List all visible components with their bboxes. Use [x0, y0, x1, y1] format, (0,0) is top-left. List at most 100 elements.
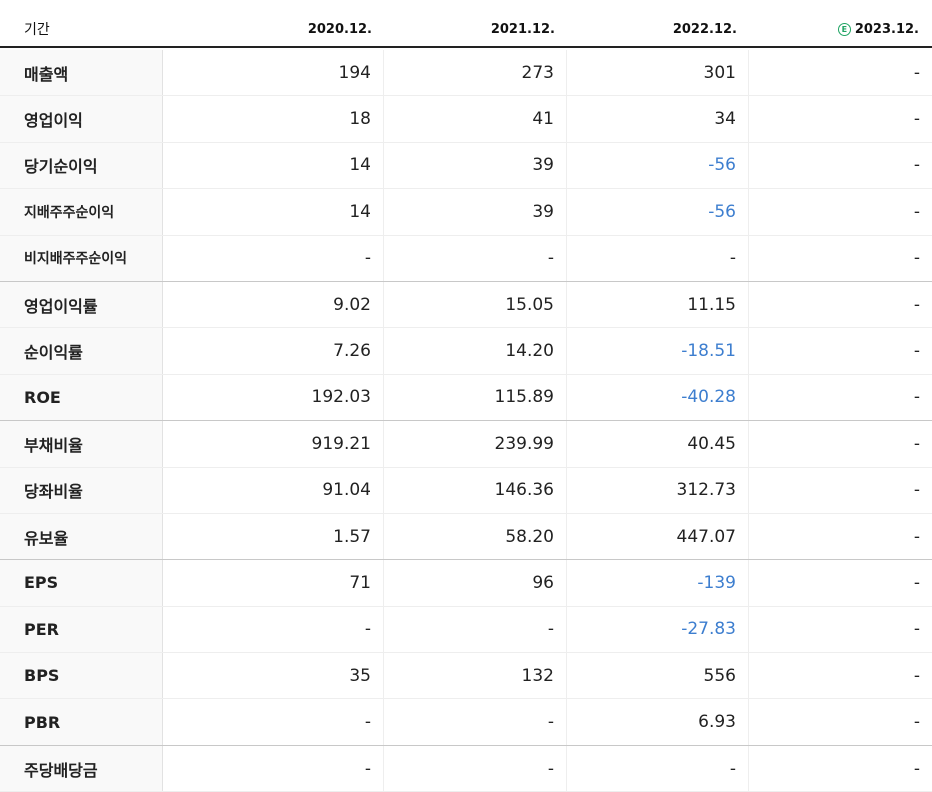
value-cell: 40.45 [567, 421, 749, 467]
value-cell: 146.36 [384, 467, 567, 513]
value-cell: 18 [163, 96, 384, 142]
row-label: 유보율 [0, 513, 163, 560]
row-label: 매출액 [0, 50, 163, 96]
value-cell: - [913, 62, 920, 83]
estimate-icon: E [837, 23, 851, 36]
table-header: 기간 2020.12. 2021.12. 2022.12. E 2023.12. [0, 0, 932, 48]
value-cell: - [163, 606, 384, 653]
value-cell: - [384, 699, 567, 745]
value-cell: - [913, 526, 920, 547]
value-cell: 115.89 [384, 374, 567, 421]
value-cell: 9.02 [163, 281, 384, 328]
value-cell: 6.93 [567, 699, 749, 745]
period-header-2022: 2022.12. [672, 22, 737, 37]
value-cell: 14 [163, 189, 384, 235]
value-cell: 14.20 [384, 328, 567, 374]
value-cell: 71 [163, 560, 384, 606]
value-cell: - [567, 235, 749, 281]
table-row: 순이익률 7.26 14.20 -18.51 - [0, 328, 932, 375]
value-cell: -18.51 [567, 328, 749, 374]
value-cell: - [913, 665, 920, 686]
value-cell: - [163, 745, 384, 792]
value-cell: 447.07 [567, 513, 749, 560]
value-cell: 11.15 [567, 281, 749, 328]
value-cell: 39 [384, 189, 567, 235]
row-label: EPS [0, 560, 163, 606]
row-label: 부채비율 [0, 421, 163, 467]
row-label: 주당배당금 [0, 745, 163, 792]
table-body: 매출액 194 273 301- 영업이익 18 41 34- 당기순이익 14 39 -56- 지배주… [0, 50, 932, 792]
table-row: 부채비율 919.21 239.99 40.45 - [0, 421, 932, 468]
table-row: 매출액 194 273 301 - [0, 50, 932, 97]
table-row: 유보율 1.57 58.20 447.07 - [0, 513, 932, 561]
table-row: PBR - -6.93- [0, 699, 932, 746]
value-cell: - [567, 745, 749, 792]
value-cell: 7.26 [163, 328, 384, 374]
value-cell: - [913, 572, 920, 593]
table-row: 당좌비율 91.04 146.36 312.73 - [0, 467, 932, 514]
value-cell: 14 [163, 142, 384, 189]
table-row: 비지배주주순이익 - - - - [0, 235, 932, 282]
value-cell: - [913, 433, 920, 454]
value-cell: 556 [567, 653, 749, 699]
row-label: ROE [0, 374, 163, 421]
period-header-label: 기간 [24, 22, 50, 38]
table-row: 영업이익 18 41 34 - [0, 96, 932, 143]
table-row: EPS 71 96 -139 - [0, 560, 932, 607]
table-row: PER - - -27.83- [0, 606, 932, 654]
value-cell: 96 [384, 560, 567, 606]
value-cell: - [913, 619, 920, 640]
value-cell: 312.73 [567, 467, 749, 513]
table-row: ROE 192.03 115.89 -40.28 - [0, 374, 932, 422]
table-row: 지배주주순이익 14 39 -56 - [0, 189, 932, 236]
row-label: 당기순이익 [0, 142, 163, 189]
value-cell: 35 [163, 653, 384, 699]
period-header-2023-text: 2023.12. [854, 22, 919, 37]
value-cell: 132 [384, 653, 567, 699]
value-cell: - [913, 248, 920, 269]
value-cell: - [163, 699, 384, 745]
row-label: PER [0, 606, 163, 653]
table-row: BPS 35 132 556 - [0, 653, 932, 700]
period-header-2021: 2021.12. [490, 22, 555, 37]
value-cell: - [913, 341, 920, 362]
value-cell: 41 [384, 96, 567, 142]
table-row: 주당배당금 - - - - [0, 745, 932, 792]
value-cell: 91.04 [163, 467, 384, 513]
row-label: 지배주주순이익 [0, 189, 163, 235]
row-label: 당좌비율 [0, 467, 163, 513]
value-cell: 919.21 [163, 421, 384, 467]
table-row: 영업이익률 9.02 15.05 11.15 - [0, 281, 932, 329]
financial-summary-table: 기간 2020.12. 2021.12. 2022.12. E 2023.12. … [0, 0, 932, 792]
value-cell: 58.20 [384, 513, 567, 560]
row-label: PBR [0, 699, 163, 745]
value-cell: - [384, 606, 567, 653]
row-label: 비지배주주순이익 [0, 235, 163, 281]
value-cell: 192.03 [163, 374, 384, 421]
table-row: 당기순이익 14 39 -56 - [0, 142, 932, 190]
value-cell: -40.28 [567, 374, 749, 421]
value-cell: 301 [567, 50, 749, 96]
row-label: 영업이익 [0, 96, 163, 142]
row-label: 순이익률 [0, 328, 163, 374]
value-cell: 239.99 [384, 421, 567, 467]
value-cell: - [913, 201, 920, 222]
value-cell: - [913, 155, 920, 176]
value-cell: 273 [384, 50, 567, 96]
value-cell: - [913, 480, 920, 501]
value-cell: - [913, 712, 920, 733]
value-cell: - [384, 235, 567, 281]
value-cell: - [384, 745, 567, 792]
row-label: 영업이익률 [0, 281, 163, 328]
value-cell: -27.83 [567, 606, 749, 653]
value-cell: - [913, 109, 920, 130]
value-cell: -56 [567, 189, 749, 235]
value-cell: - [913, 294, 920, 315]
value-cell: -139 [567, 560, 749, 606]
value-cell: -56 [567, 142, 749, 189]
row-label: BPS [0, 653, 163, 699]
value-cell: 194 [163, 50, 384, 96]
value-cell: - [913, 758, 920, 779]
value-cell: 39 [384, 142, 567, 189]
value-cell: 15.05 [384, 281, 567, 328]
